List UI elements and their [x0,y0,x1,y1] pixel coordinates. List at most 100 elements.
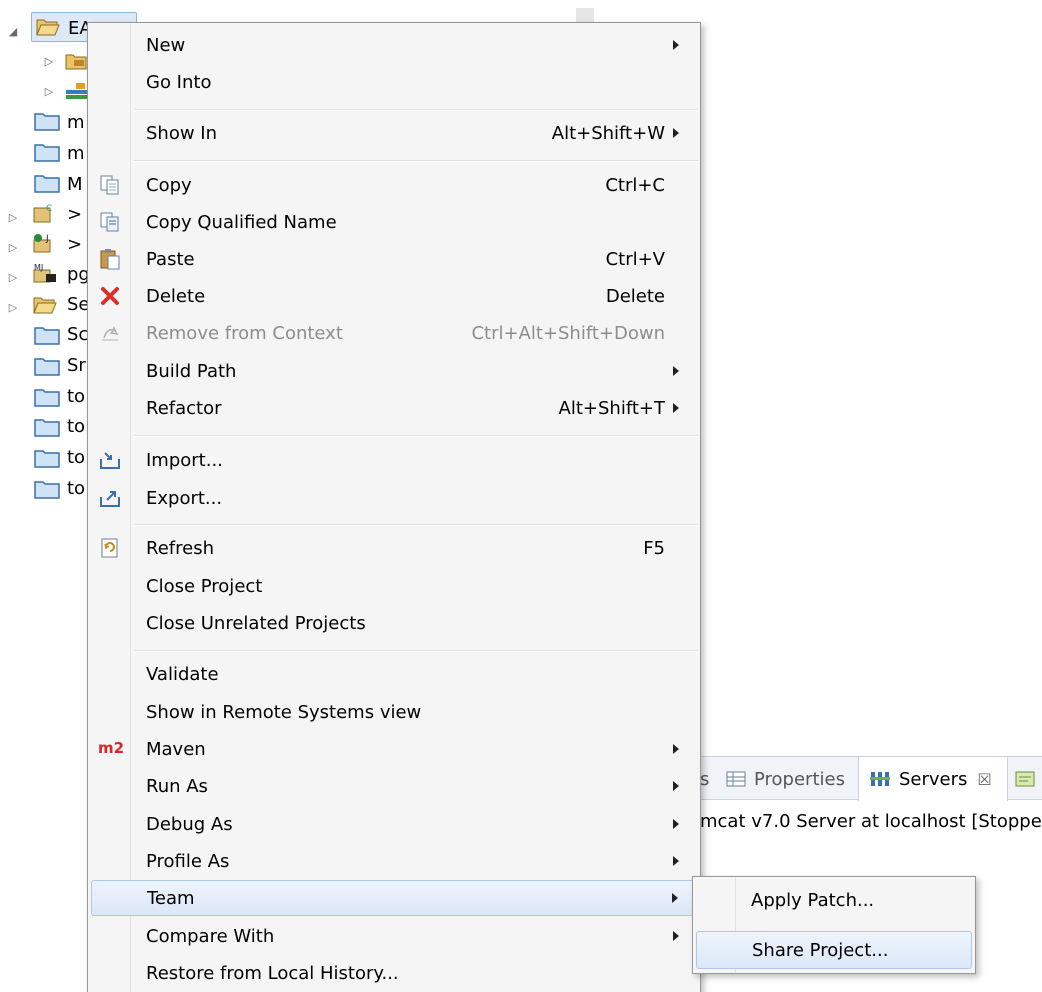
menu-item-restore-from-local-history[interactable]: Restore from Local History... [91,955,697,991]
tab-label: Servers [899,768,968,790]
menu-item-run-as[interactable]: Run As [91,768,697,804]
menu-item-label: Build Path [146,360,237,382]
menu-item-validate[interactable]: Validate [91,656,697,692]
paste-icon [100,249,120,270]
menu-item-label: Share Project... [752,939,889,961]
menu-item-label: Show In [146,122,218,144]
menu-item-new[interactable]: New [91,27,697,63]
menu-item-build-path[interactable]: Build Path [91,353,697,389]
menu-item-copy-qualified-name[interactable]: Copy Qualified Name [91,204,697,240]
menu-item-share-project[interactable]: Share Project... [696,931,972,969]
menu-item-paste[interactable]: Paste Ctrl+V [91,241,697,277]
tree-item-label[interactable]: to [67,478,85,499]
menu-item-maven[interactable]: m2 Maven [91,731,697,767]
menu-item-go-into[interactable]: Go Into [91,64,697,100]
tab-properties[interactable]: Properties [726,757,852,801]
submenu-arrow-icon [673,931,679,941]
menu-item-apply-patch[interactable]: Apply Patch... [696,881,972,919]
copy-qualified-name-icon [100,212,119,232]
menu-item-import[interactable]: Import... [91,442,697,478]
tree-item-label[interactable]: Sc [67,324,88,345]
svg-text:MJ: MJ [34,263,43,272]
menu-item-debug-as[interactable]: Debug As [91,806,697,842]
menu-item-shortcut: Alt+Shift+W [551,122,665,144]
menu-item-shortcut: Ctrl+V [605,248,665,270]
menu-item-label: Remove from Context [146,322,343,344]
collapse-twisty-icon[interactable]: ▷ [6,202,20,232]
menu-item-delete[interactable]: Delete Delete [91,278,697,314]
project-m-icon: MJ [33,263,56,283]
folder-icon [34,481,60,499]
delete-icon [101,287,119,305]
folder-icon [34,175,60,193]
submenu-arrow-icon [673,856,679,866]
menu-item-label: Profile As [146,850,230,872]
tree-item-label[interactable]: Sr [67,355,86,376]
menu-item-show-in[interactable]: Show In Alt+Shift+W [91,115,697,151]
menu-item-shortcut: Ctrl+Alt+Shift+Down [471,322,665,344]
menu-item-shortcut: Alt+Shift+T [558,397,665,419]
servers-icon [870,772,890,786]
menu-item-label: Apply Patch... [751,889,875,911]
server-entry[interactable]: mcat v7.0 Server at localhost [Stoppe [700,806,1042,836]
collapse-twisty-icon[interactable]: ▷ [6,262,20,292]
folder-icon [34,419,60,437]
tree-item-label[interactable]: to [67,447,85,468]
menu-item-remove-from-context[interactable]: Remove from Context Ctrl+Alt+Shift+Down [91,315,697,351]
tab-markers[interactable]: s [700,757,714,801]
tab-overflow[interactable] [1014,757,1042,801]
menu-item-refactor[interactable]: Refactor Alt+Shift+T [91,390,697,426]
tree-item-label[interactable]: m [67,112,85,133]
menu-item-profile-as[interactable]: Profile As [91,843,697,879]
tree-item-label[interactable]: > [67,234,82,255]
menu-item-refresh[interactable]: Refresh F5 [91,530,697,566]
submenu-arrow-icon [673,781,679,791]
submenu-arrow-icon [673,128,679,138]
menu-item-shortcut: Ctrl+C [605,174,665,196]
tree-item-label[interactable]: > [67,204,82,225]
scrollbar-thumb[interactable] [576,8,594,22]
tree-item-label[interactable]: to [67,416,85,437]
submenu-arrow-icon [672,893,678,903]
menu-item-label: Compare With [146,925,275,947]
menu-separator [134,109,698,111]
menu-item-label: Go Into [146,71,212,93]
menu-item-show-in-remote-systems[interactable]: Show in Remote Systems view [91,694,697,730]
collapse-twisty-icon[interactable]: ▷ [42,76,56,106]
submenu-arrow-icon [673,40,679,50]
maven-icon: m2 [98,739,125,757]
menu-item-label: Maven [146,738,206,760]
tree-item-label[interactable]: m [67,143,85,164]
expand-twisty-icon[interactable]: ◢ [6,16,20,46]
menu-item-copy[interactable]: Copy Ctrl+C [91,167,697,203]
menu-item-label: Restore from Local History... [146,962,399,984]
folder-icon [34,389,60,407]
folder-icon [34,144,60,162]
menu-item-label: Close Project [146,575,263,597]
tree-item-label[interactable]: M [67,174,83,195]
snippets-icon [1015,771,1035,787]
collapse-twisty-icon[interactable]: ▷ [6,292,20,322]
tab-servers[interactable]: Servers ☒ [858,757,1008,801]
collapse-twisty-icon[interactable]: ▷ [6,232,20,262]
collapse-twisty-icon[interactable]: ▷ [42,46,56,76]
tree-root-label[interactable]: EA [68,18,88,39]
tab-label: Properties [754,768,845,790]
team-submenu: Apply Patch... Share Project... [692,876,976,974]
menu-item-label: Copy Qualified Name [146,211,337,233]
menu-separator [134,160,698,162]
svg-text:C: C [46,204,52,214]
menu-item-team[interactable]: Team [91,880,697,916]
tree-item-label[interactable]: to [67,386,85,407]
close-tab-icon[interactable]: ☒ [977,770,991,789]
menu-item-label: Show in Remote Systems view [146,701,422,723]
menu-item-export[interactable]: Export... [91,480,697,516]
menu-item-close-project[interactable]: Close Project [91,568,697,604]
open-folder-icon [36,19,60,36]
menu-item-compare-with[interactable]: Compare With [91,918,697,954]
menu-item-close-unrelated-projects[interactable]: Close Unrelated Projects [91,605,697,641]
menu-item-label: Import... [146,449,223,471]
copy-icon [100,175,119,195]
views-tab-strip: s Properties Servers ☒ [700,756,1042,801]
menu-item-shortcut: F5 [643,537,665,559]
